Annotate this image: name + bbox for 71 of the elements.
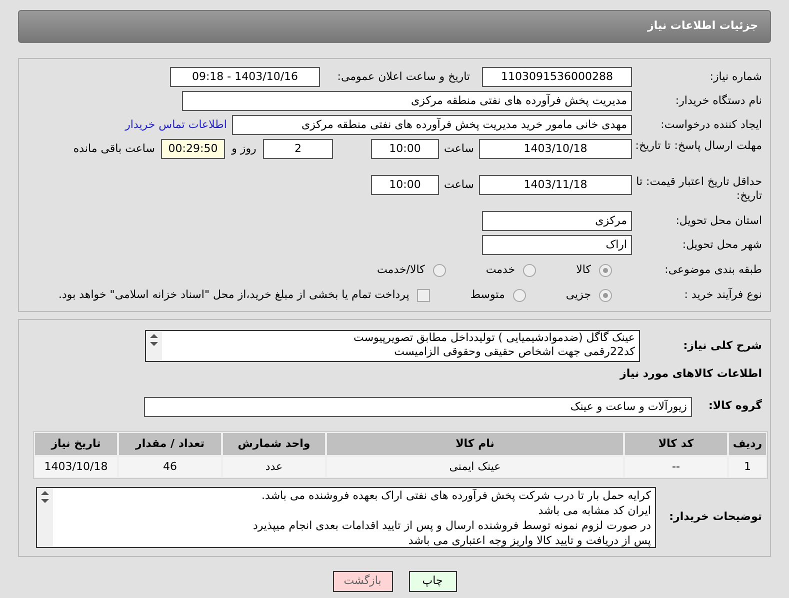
field-label: شماره نیاز: bbox=[708, 68, 762, 85]
field-label: شهر محل تحویل: bbox=[681, 236, 762, 253]
scroll-arrows-icon bbox=[40, 490, 50, 504]
radio-label: کالا/خدمت bbox=[377, 262, 425, 278]
text-field[interactable]: 1403/10/16 - 09:18 bbox=[170, 67, 320, 87]
print-button[interactable]: چاپ bbox=[408, 570, 456, 592]
text-field[interactable]: 1403/10/18 bbox=[479, 139, 632, 159]
text-field[interactable]: مهدی خانی مامور خرید مدیریت پخش فرآورده های نفتی منطقه مرکزی bbox=[232, 115, 632, 135]
description-line: عینک گاگل (ضدموادشیمیایی ) تولیدداخل مطابق تصویرپیوست bbox=[352, 331, 635, 345]
notes-textarea[interactable] bbox=[36, 486, 656, 548]
page-header: جزئیات اطلاعات نیاز bbox=[18, 10, 771, 43]
description-textarea[interactable]: عینک گاگل (ضدموادشیمیایی ) تولیدداخل مطابق تصویرپیوست کد22رقمی جهت اشخاص حقیقی وحقوقی الزامیست bbox=[145, 330, 640, 362]
text-field[interactable]: مدیریت پخش فرآورده های نفتی منطقه مرکزی bbox=[182, 91, 632, 111]
column-header: نام کالا bbox=[327, 432, 623, 454]
field-label: طبقه بندی موضوعی: bbox=[664, 262, 762, 278]
radio-button[interactable] bbox=[432, 264, 446, 276]
table-cell: 1 bbox=[729, 456, 766, 476]
scrollbar[interactable] bbox=[146, 331, 162, 361]
field-label: شرح کلی نیاز: bbox=[682, 338, 762, 354]
radio-button[interactable] bbox=[523, 264, 536, 276]
notes-line: پس از دریافت و تایید کالا واریز وجه اعتباری می باشد bbox=[407, 532, 651, 546]
text-field[interactable]: 10:00 bbox=[371, 139, 439, 159]
table-cell: -- bbox=[625, 456, 727, 476]
radio-button[interactable] bbox=[599, 264, 612, 276]
text-field[interactable]: 2 bbox=[263, 139, 333, 159]
notes-line: کرایه حمل بار تا درب شرکت پخش فرآورده های نفتی اراک بعهده فروشنده می باشد. bbox=[260, 488, 651, 502]
radio-label: خدمت bbox=[486, 262, 516, 278]
field-label: ایجاد کننده درخواست: bbox=[660, 116, 762, 133]
text-field[interactable]: 00:29:50 bbox=[161, 139, 225, 159]
radio-label: کالا bbox=[576, 262, 591, 278]
back-button[interactable]: بازگشت bbox=[332, 570, 392, 592]
column-header: کد کالا bbox=[625, 432, 727, 454]
table-cell: عینک ایمنی bbox=[327, 456, 623, 476]
field-label: توضیحات خریدار: bbox=[668, 508, 762, 525]
radio-button[interactable] bbox=[512, 288, 526, 302]
scroll-arrows-icon bbox=[149, 333, 159, 347]
table-cell: 1403/10/18 bbox=[35, 456, 117, 476]
field-label: گروه کالا: bbox=[707, 398, 762, 414]
text-field[interactable]: 10:00 bbox=[371, 175, 439, 195]
column-header: ردیف bbox=[729, 432, 766, 454]
field-label: تاریخ و ساعت اعلان عمومی: bbox=[336, 68, 470, 85]
radio-button[interactable] bbox=[599, 288, 612, 302]
checkbox[interactable] bbox=[417, 288, 430, 302]
table-cell: 46 bbox=[119, 456, 221, 476]
radio-label: جزیی bbox=[566, 286, 591, 303]
column-header: تاریخ نیاز bbox=[35, 432, 117, 454]
contact-link[interactable]: اطلاعات تماس خریدار bbox=[125, 116, 227, 134]
time-label: ساعت bbox=[443, 141, 475, 157]
days-label: روز و bbox=[230, 141, 258, 157]
text-field[interactable]: مرکزی bbox=[482, 211, 632, 231]
field-label: استان محل تحویل: bbox=[674, 212, 762, 229]
section-heading: اطلاعات کالاهای مورد نیاز bbox=[618, 366, 762, 382]
text-field[interactable]: 1103091536000288 bbox=[482, 67, 632, 87]
notes-line: ایران کد مشابه می باشد bbox=[537, 502, 651, 518]
table-cell: عدد bbox=[223, 456, 325, 476]
time-label: ساعت bbox=[443, 177, 475, 193]
scrollbar[interactable] bbox=[37, 488, 53, 546]
field-label: نوع فرآیند خرید : bbox=[683, 286, 762, 303]
checkbox-label: پرداخت تمام یا بخشی از مبلغ خرید،از محل "اسناد خزانه اسلامی" خواهد بود. bbox=[58, 286, 410, 303]
notes-line: در صورت لزوم نمونه توسط فروشنده ارسال و پس از تایید اقدامات بعدی انجام میپذیرد bbox=[252, 518, 651, 532]
field-label: نام دستگاه خریدار: bbox=[674, 92, 762, 109]
text-field[interactable]: 1403/11/18 bbox=[479, 175, 632, 195]
field-label: حداقل تاریخ اعتبار قیمت: تا تاریخ: bbox=[635, 175, 762, 203]
text-field[interactable]: زیورآلات و ساعت و عینک bbox=[144, 396, 692, 416]
radio-label: متوسط bbox=[470, 286, 505, 303]
remaining-label: ساعت باقی مانده bbox=[73, 141, 155, 157]
field-label: مهلت ارسال پاسخ: تا تاریخ: bbox=[634, 139, 762, 153]
column-header: تعداد / مقدار bbox=[119, 432, 221, 454]
text-field[interactable]: اراک bbox=[482, 235, 632, 255]
description-line: کد22رقمی جهت اشخاص حقیقی وحقوقی الزامیست bbox=[393, 345, 635, 359]
column-header: واحد شمارش bbox=[223, 432, 325, 454]
